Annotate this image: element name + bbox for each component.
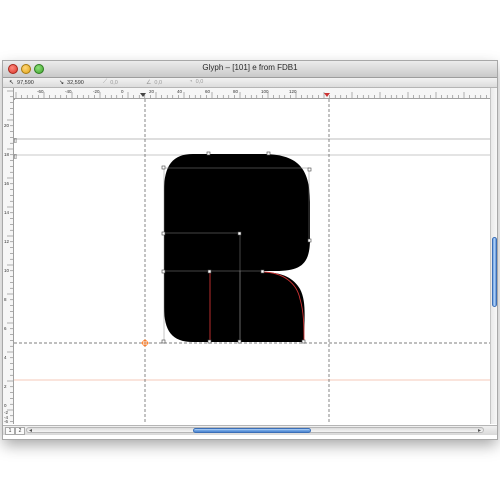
vruler-label: 18 [4,152,10,157]
right-sidebearing-marker[interactable] [324,93,330,97]
vruler-label: 6 [4,326,7,331]
distance-icon: ⟋ [103,79,108,85]
hruler-label: -20 [93,89,100,94]
hruler-label: 120 [289,89,297,94]
rotation-value: 0,0 [195,79,204,85]
vertical-ruler-graphic: 20 18 16 14 12 10 8 6 4 2 0 -2 -4 -6 [4,90,13,424]
scroll-right-icon[interactable]: ▸ [478,427,481,434]
distance-value: 0,0 [110,79,118,86]
hruler-label: 100 [261,89,269,94]
vruler-label: 8 [4,297,7,302]
title-bar[interactable]: Glyph – [101] e from FDB1 [3,61,497,78]
pointer-coordinate-value: 97,590 [17,79,34,86]
hruler-label: 0 [121,89,124,94]
hruler-label: -60 [37,89,44,94]
vruler-label: 4 [4,355,7,360]
glyph-e-outline[interactable] [164,154,310,342]
vruler-label: -6 [4,419,8,424]
vertical-scroll-thumb[interactable] [492,237,497,307]
vruler-label: 12 [4,239,10,244]
horizontal-scrollbar[interactable]: 1 2 ◂ ▸ [3,425,497,435]
origin-marker[interactable] [141,339,149,347]
cursor-coordinate-value: 32,590 [67,79,84,86]
horizontal-scroll-track[interactable]: ◂ ▸ [26,427,484,434]
angle-readout: ∠ 0,0 [146,79,163,87]
coordinate-bar: ↖ 97,590 ↘ 32,590 ⟋ 0,0 ∠ 0,0 ◔ 0,0 [3,78,497,88]
left-sidebearing-marker[interactable] [140,93,146,97]
hruler-label: 40 [177,89,183,94]
horizontal-ruler[interactable]: -60 -40 -20 0 20 40 60 80 100 120 [14,88,490,99]
horizontal-ruler-graphic: -60 -40 -20 0 20 40 60 80 100 120 [15,89,487,98]
glyph-window: Glyph – [101] e from FDB1 ↖ 97,590 ↘ 32,… [3,61,497,439]
vruler-label: 14 [4,210,10,215]
angle-value: 0,0 [154,79,163,86]
layer-button-1[interactable]: 1 [5,427,15,435]
vruler-label: 0 [4,403,7,408]
hruler-label: 60 [205,89,211,94]
cursor-icon: ↘ [59,80,65,86]
vruler-label: 2 [4,384,7,389]
vruler-label: 16 [4,181,10,186]
rotation-readout: ◔ 0,0 [189,79,203,85]
pointer-coordinate: ↖ 97,590 [9,79,34,87]
hruler-label: 20 [149,89,155,94]
glyph-canvas[interactable]: |] |] [14,99,490,424]
vertical-scrollbar[interactable] [490,88,497,424]
vruler-label: 10 [4,268,10,273]
vruler-label: 20 [4,123,10,128]
distance-readout: ⟋ 0,0 [103,79,118,86]
scroll-left-icon[interactable]: ◂ [29,427,32,434]
cursor-coordinate: ↘ 32,590 [59,79,84,87]
vertical-ruler[interactable]: 20 18 16 14 12 10 8 6 4 2 0 -2 -4 -6 [3,88,14,424]
angle-icon: ∠ [146,80,152,86]
hruler-label: -40 [65,89,72,94]
rotation-icon: ◔ [189,79,193,85]
pointer-icon: ↖ [9,80,15,86]
horizontal-scroll-thumb[interactable] [193,428,311,433]
hruler-label: 80 [233,89,239,94]
glyph-canvas-graphic: |] |] [14,99,490,424]
window-title: Glyph – [101] e from FDB1 [202,63,298,72]
layer-button-2[interactable]: 2 [15,427,25,435]
